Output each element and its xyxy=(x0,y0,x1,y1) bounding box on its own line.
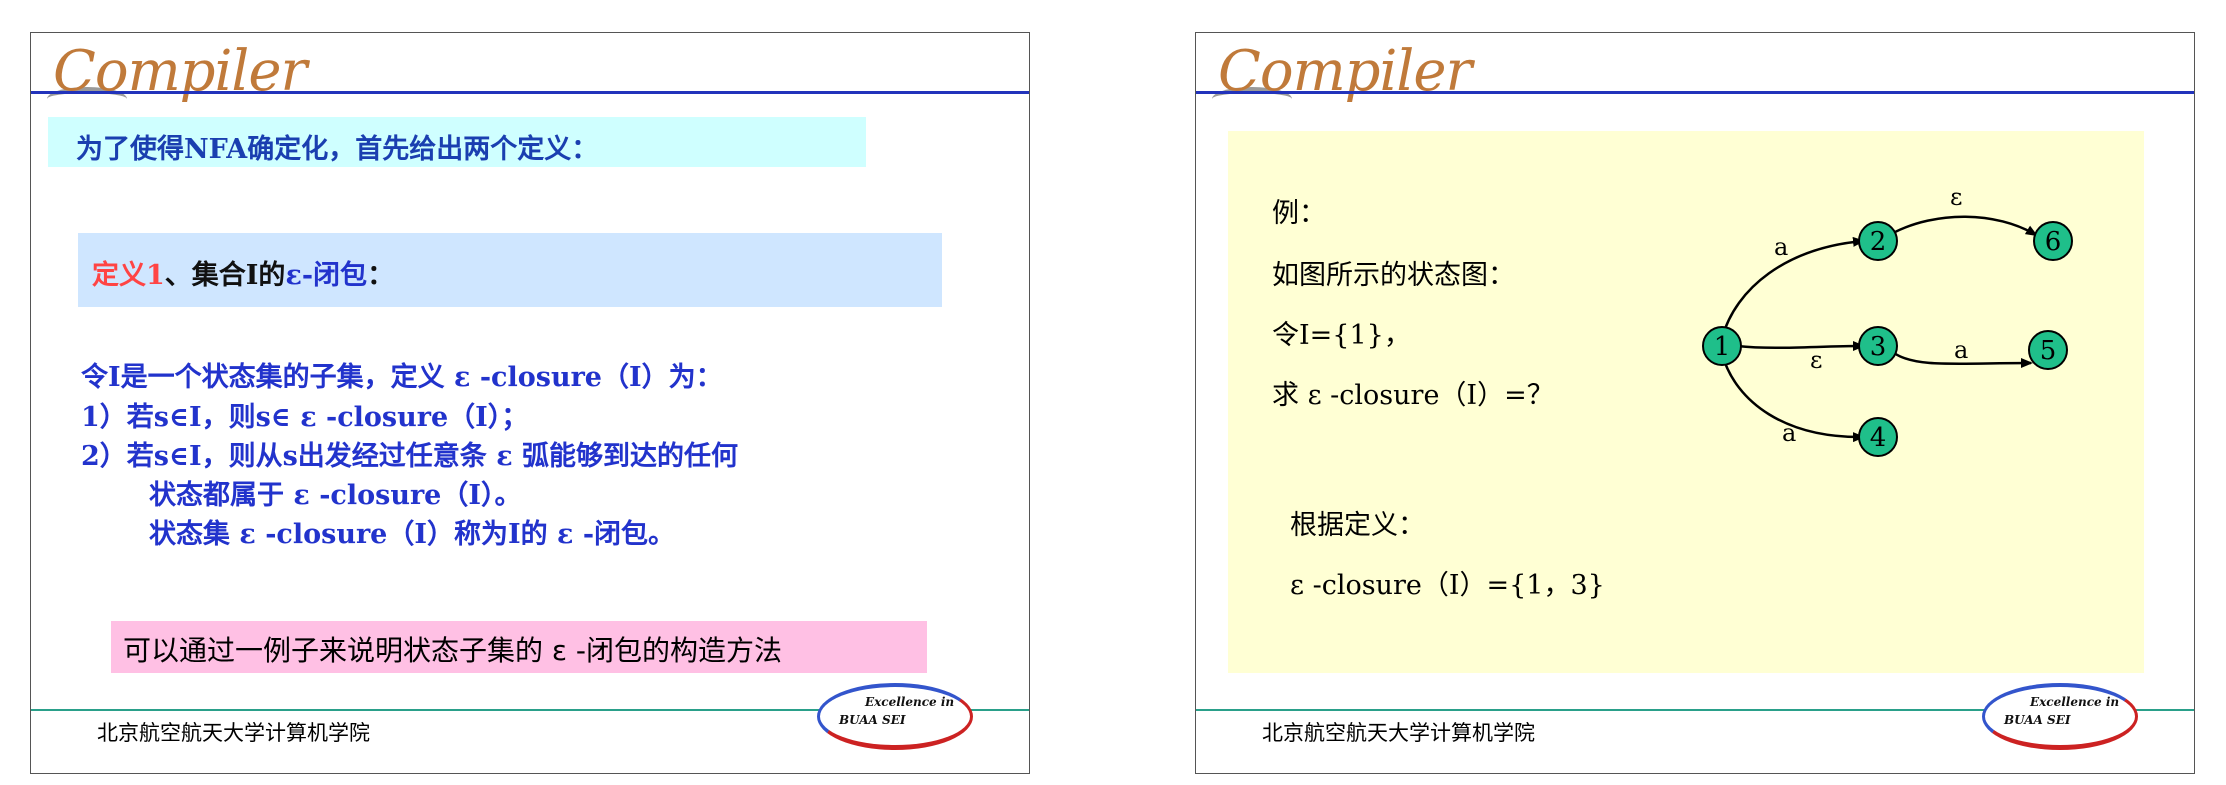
state-label: 6 xyxy=(2045,227,2062,257)
edge-1-3 xyxy=(1736,341,1865,352)
definition-heading: 定义1、集合I的ε-闭包： xyxy=(92,253,394,292)
badge-line2: BUAA SEI xyxy=(2004,713,2071,727)
badge-line1: Excellence in xyxy=(2030,695,2120,709)
slide-example: Compiler 例： 如图所示的状态图： 令I={1}， 求 ε -closu… xyxy=(1195,32,2195,774)
state-label: 4 xyxy=(1870,423,1887,453)
note-text: 可以通过一例子来说明状态子集的 ε -闭包的构造方法 xyxy=(123,634,783,667)
state-label: 5 xyxy=(2040,336,2057,366)
state-node-4: 4 xyxy=(1858,417,1898,457)
slide-title: 为了使得NFA确定化，首先给出两个定义： xyxy=(76,134,599,165)
note-box: 可以通过一例子来说明状态子集的 ε -闭包的构造方法 xyxy=(111,621,927,673)
state-label: 2 xyxy=(1870,227,1887,257)
state-node-5: 5 xyxy=(2028,330,2068,370)
definition-term: ε-闭包 xyxy=(285,260,368,291)
edge-label-3-5: a xyxy=(1954,336,1968,364)
state-node-3: 3 xyxy=(1858,326,1898,366)
badge-line2: BUAA SEI xyxy=(839,713,906,727)
definition-number: 定义1 xyxy=(92,260,165,291)
definition-colon: ： xyxy=(367,260,395,291)
edge-2-6 xyxy=(1892,215,2038,237)
header-rule xyxy=(31,91,1029,94)
edge-label-1-2: a xyxy=(1774,233,1788,261)
state-node-6: 6 xyxy=(2033,221,2073,261)
footer-institution: 北京航空航天大学计算机学院 xyxy=(97,721,370,745)
slide-definition: Compiler 为了使得NFA确定化，首先给出两个定义： 定义1、集合I的ε-… xyxy=(30,32,1030,774)
state-node-2: 2 xyxy=(1858,221,1898,261)
title-box: 为了使得NFA确定化，首先给出两个定义： xyxy=(48,117,866,167)
body-line: 1）若s∈I，则s∈ ε -closure（I）； xyxy=(81,402,529,433)
state-label: 3 xyxy=(1870,332,1887,362)
state-diagram: a ε a ε a 1 2 3 4 5 6 xyxy=(1702,183,2073,457)
buaa-sei-badge: Excellence in BUAA SEI xyxy=(1982,683,2138,750)
buaa-sei-badge: Excellence in BUAA SEI xyxy=(817,683,973,750)
badge-line1: Excellence in xyxy=(865,695,955,709)
body-line: 令I是一个状态集的子集，定义 ε -closure（I）为： xyxy=(81,362,723,393)
edge-label-2-6: ε xyxy=(1950,183,1962,211)
definition-box: 定义1、集合I的ε-闭包： xyxy=(78,233,942,307)
edge-1-2 xyxy=(1720,236,1865,339)
body-line: 2）若s∈I，则从s出发经过任意条 ε 弧能够到达的任何 xyxy=(81,441,739,472)
logo-text: Compiler xyxy=(53,39,307,104)
edge-label-1-4: a xyxy=(1782,419,1796,447)
state-label: 1 xyxy=(1714,332,1731,362)
body-line: 状态集 ε -closure（I）称为I的 ε -闭包。 xyxy=(149,519,676,550)
state-node-1: 1 xyxy=(1702,326,1742,366)
body-line: 状态都属于 ε -closure（I）。 xyxy=(149,480,522,511)
definition-middle: 、集合I的 xyxy=(164,260,286,291)
footer-institution: 北京航空航天大学计算机学院 xyxy=(1262,721,1535,745)
edge-label-1-3: ε xyxy=(1810,346,1822,374)
